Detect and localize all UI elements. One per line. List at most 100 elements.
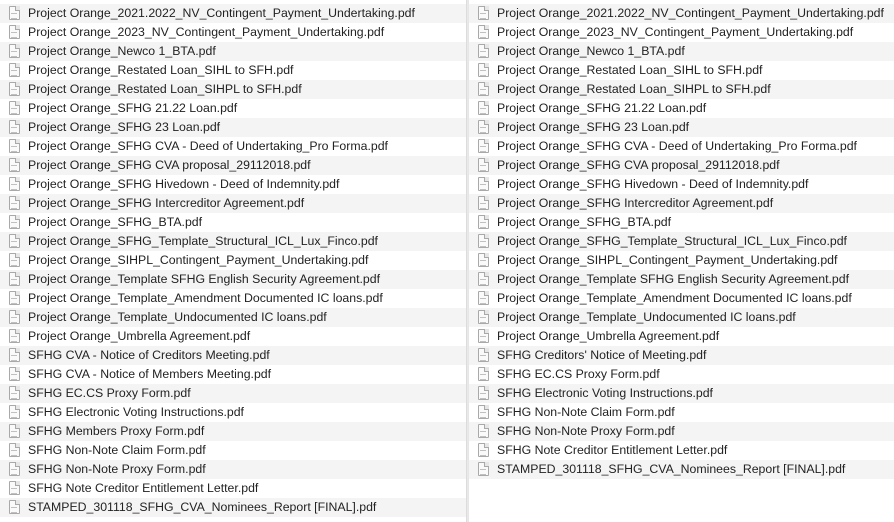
file-row[interactable]: Project Orange_SFHG CVA - Deed of Undert…: [0, 137, 466, 156]
pdf-document-icon: [9, 25, 20, 39]
file-name: Project Orange_Restated Loan_SIHPL to SF…: [497, 82, 771, 96]
file-row[interactable]: Project Orange_SFHG_BTA.pdf: [0, 213, 466, 232]
file-name: Project Orange_2023_NV_Contingent_Paymen…: [28, 25, 385, 39]
file-name: Project Orange_Template SFHG English Sec…: [497, 272, 849, 286]
file-row[interactable]: Project Orange_SIHPL_Contingent_Payment_…: [0, 251, 466, 270]
file-row[interactable]: Project Orange_Template_Undocumented IC …: [469, 308, 894, 327]
file-row[interactable]: Project Orange_Newco 1_BTA.pdf: [469, 42, 894, 61]
pdf-document-icon: [9, 196, 20, 210]
file-row[interactable]: Project Orange_SIHPL_Contingent_Payment_…: [469, 251, 894, 270]
file-name: Project Orange_SFHG CVA proposal_2911201…: [497, 158, 780, 172]
file-row[interactable]: Project Orange_2021.2022_NV_Contingent_P…: [0, 4, 466, 23]
file-row[interactable]: SFHG Non-Note Claim Form.pdf: [469, 403, 894, 422]
file-row[interactable]: Project Orange_SFHG 21.22 Loan.pdf: [469, 99, 894, 118]
file-row[interactable]: SFHG Electronic Voting Instructions.pdf: [0, 403, 466, 422]
file-row[interactable]: Project Orange_Template_Amendment Docume…: [0, 289, 466, 308]
file-name: Project Orange_SFHG 23 Loan.pdf: [28, 120, 221, 134]
file-row[interactable]: Project Orange_SFHG_Template_Structural_…: [0, 232, 466, 251]
file-row[interactable]: SFHG EC.CS Proxy Form.pdf: [0, 384, 466, 403]
pdf-document-icon: [478, 367, 489, 381]
file-name: Project Orange_2023_NV_Contingent_Paymen…: [497, 25, 854, 39]
pdf-document-icon: [9, 177, 20, 191]
file-row[interactable]: SFHG Members Proxy Form.pdf: [0, 422, 466, 441]
left-file-list-pane[interactable]: Project Orange_2021.2022_NV_Contingent_P…: [0, 0, 466, 522]
pdf-document-icon: [478, 462, 489, 476]
file-row[interactable]: Project Orange_Template SFHG English Sec…: [0, 270, 466, 289]
file-row[interactable]: Project Orange_Umbrella Agreement.pdf: [0, 327, 466, 346]
pdf-document-icon: [9, 481, 20, 495]
pdf-document-icon: [478, 139, 489, 153]
file-row[interactable]: Project Orange_2023_NV_Contingent_Paymen…: [0, 23, 466, 42]
file-row[interactable]: SFHG Note Creditor Entitlement Letter.pd…: [0, 479, 466, 498]
file-row[interactable]: Project Orange_SFHG 23 Loan.pdf: [0, 118, 466, 137]
pdf-document-icon: [9, 443, 20, 457]
file-row[interactable]: Project Orange_SFHG Intercreditor Agreem…: [0, 194, 466, 213]
pdf-document-icon: [9, 44, 20, 58]
file-row[interactable]: SFHG EC.CS Proxy Form.pdf: [469, 365, 894, 384]
pdf-document-icon: [9, 386, 20, 400]
file-name: Project Orange_Restated Loan_SIHPL to SF…: [28, 82, 302, 96]
file-row[interactable]: SFHG Note Creditor Entitlement Letter.pd…: [469, 441, 894, 460]
file-row[interactable]: Project Orange_Template_Undocumented IC …: [0, 308, 466, 327]
file-name: Project Orange_Template SFHG English Sec…: [28, 272, 380, 286]
file-row[interactable]: Project Orange_SFHG 21.22 Loan.pdf: [0, 99, 466, 118]
pdf-document-icon: [9, 462, 20, 476]
file-row[interactable]: Project Orange_SFHG CVA proposal_2911201…: [469, 156, 894, 175]
file-row[interactable]: SFHG CVA - Notice of Members Meeting.pdf: [0, 365, 466, 384]
file-row[interactable]: SFHG Non-Note Proxy Form.pdf: [469, 422, 894, 441]
file-row[interactable]: Project Orange_Newco 1_BTA.pdf: [0, 42, 466, 61]
pdf-document-icon: [478, 44, 489, 58]
file-row[interactable]: Project Orange_SFHG Hivedown - Deed of I…: [0, 175, 466, 194]
pdf-document-icon: [478, 120, 489, 134]
pdf-document-icon: [9, 6, 20, 20]
file-name: Project Orange_SFHG CVA - Deed of Undert…: [28, 139, 388, 153]
file-row[interactable]: Project Orange_Umbrella Agreement.pdf: [469, 327, 894, 346]
pdf-document-icon: [9, 329, 20, 343]
pdf-document-icon: [478, 158, 489, 172]
file-row[interactable]: Project Orange_Template SFHG English Sec…: [469, 270, 894, 289]
file-row[interactable]: Project Orange_2023_NV_Contingent_Paymen…: [469, 23, 894, 42]
file-row[interactable]: Project Orange_SFHG Hivedown - Deed of I…: [469, 175, 894, 194]
pdf-document-icon: [9, 63, 20, 77]
file-name: SFHG Non-Note Proxy Form.pdf: [497, 424, 675, 438]
pdf-document-icon: [478, 405, 489, 419]
pdf-document-icon: [478, 443, 489, 457]
file-row[interactable]: SFHG Non-Note Claim Form.pdf: [0, 441, 466, 460]
file-row[interactable]: Project Orange_SFHG_BTA.pdf: [469, 213, 894, 232]
pdf-document-icon: [478, 234, 489, 248]
pdf-document-icon: [9, 272, 20, 286]
file-row[interactable]: Project Orange_SFHG CVA proposal_2911201…: [0, 156, 466, 175]
pdf-document-icon: [478, 101, 489, 115]
file-row[interactable]: Project Orange_SFHG_Template_Structural_…: [469, 232, 894, 251]
file-row[interactable]: Project Orange_SFHG CVA - Deed of Undert…: [469, 137, 894, 156]
file-row[interactable]: SFHG CVA - Notice of Creditors Meeting.p…: [0, 346, 466, 365]
file-row[interactable]: Project Orange_2021.2022_NV_Contingent_P…: [469, 4, 894, 23]
file-name: SFHG EC.CS Proxy Form.pdf: [28, 386, 191, 400]
file-row[interactable]: Project Orange_Template_Amendment Docume…: [469, 289, 894, 308]
file-row[interactable]: Project Orange_Restated Loan_SIHL to SFH…: [469, 61, 894, 80]
right-file-list: Project Orange_2021.2022_NV_Contingent_P…: [469, 4, 894, 479]
file-name: Project Orange_Restated Loan_SIHL to SFH…: [497, 63, 763, 77]
file-row[interactable]: Project Orange_SFHG Intercreditor Agreem…: [469, 194, 894, 213]
file-row[interactable]: SFHG Electronic Voting Instructions.pdf: [469, 384, 894, 403]
right-file-list-pane[interactable]: Project Orange_2021.2022_NV_Contingent_P…: [469, 0, 894, 522]
file-name: Project Orange_Restated Loan_SIHL to SFH…: [28, 63, 294, 77]
file-name: Project Orange_Template_Undocumented IC …: [497, 310, 796, 324]
file-row[interactable]: STAMPED_301118_SFHG_CVA_Nominees_Report …: [0, 498, 466, 517]
file-name: Project Orange_SFHG 21.22 Loan.pdf: [28, 101, 238, 115]
file-name: Project Orange_SFHG_BTA.pdf: [28, 215, 203, 229]
pdf-document-icon: [9, 424, 20, 438]
pdf-document-icon: [478, 272, 489, 286]
file-row[interactable]: Project Orange_SFHG 23 Loan.pdf: [469, 118, 894, 137]
file-name: Project Orange_2021.2022_NV_Contingent_P…: [28, 6, 415, 20]
file-name: SFHG Non-Note Proxy Form.pdf: [28, 462, 206, 476]
file-row[interactable]: SFHG Non-Note Proxy Form.pdf: [0, 460, 466, 479]
file-name: Project Orange_2021.2022_NV_Contingent_P…: [497, 6, 884, 20]
file-row[interactable]: STAMPED_301118_SFHG_CVA_Nominees_Report …: [469, 460, 894, 479]
file-row[interactable]: Project Orange_Restated Loan_SIHPL to SF…: [0, 80, 466, 99]
file-row[interactable]: Project Orange_Restated Loan_SIHL to SFH…: [0, 61, 466, 80]
file-row[interactable]: SFHG Creditors' Notice of Meeting.pdf: [469, 346, 894, 365]
file-row[interactable]: Project Orange_Restated Loan_SIHPL to SF…: [469, 80, 894, 99]
pdf-document-icon: [478, 310, 489, 324]
file-name: Project Orange_Template_Undocumented IC …: [28, 310, 327, 324]
